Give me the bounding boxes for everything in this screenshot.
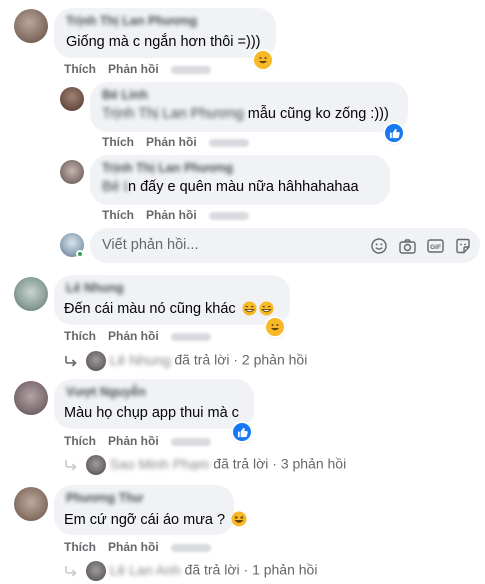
avatar[interactable] (60, 160, 84, 184)
comment-actions: Thích Phản hồi (64, 329, 223, 343)
avatar[interactable] (14, 9, 48, 43)
mention-link[interactable]: Trịnh Thị Lan Phương (102, 106, 244, 122)
avatar[interactable] (60, 87, 84, 111)
like-link[interactable]: Thích (102, 208, 134, 222)
comment-actions: Thích Phản hồi (64, 62, 223, 76)
emoji-icon[interactable] (370, 237, 388, 255)
comment-actions: Thích Phản hồi (64, 434, 223, 448)
like-link[interactable]: Thích (64, 540, 96, 554)
laugh-reaction-icon[interactable] (266, 318, 284, 336)
commenter-name[interactable]: Bé Linh (102, 88, 148, 102)
avatar[interactable] (14, 487, 48, 521)
comment-text: Trịnh Thị Lan Phương mẫu cũng ko zống :)… (102, 106, 389, 122)
camera-icon[interactable] (398, 237, 416, 255)
reply-link[interactable]: Phản hồi (108, 434, 159, 448)
reply-link[interactable]: Phản hồi (108, 62, 159, 76)
view-replies-link[interactable]: Lê Lan Anh đã trả lời · 1 phản hồi (64, 561, 317, 581)
view-replies-link[interactable]: Sao Minh Phạm đã trả lời · 3 phản hồi (64, 455, 346, 475)
comment-text: Em cứ ngỡ cái áo mưa ? (64, 511, 247, 528)
reply-arrow-icon (65, 356, 77, 367)
comment-text: Màu họ chụp app thui mà c (64, 405, 239, 421)
online-status-dot (76, 250, 84, 258)
like-reaction-icon[interactable] (233, 423, 251, 441)
reply-arrow-icon (65, 460, 77, 471)
reply-arrow-icon (65, 566, 77, 577)
replier-name: Lê Nhung (109, 351, 171, 368)
svg-text:GIF: GIF (430, 244, 441, 251)
comment-text: Giống mà c ngắn hơn thôi =))) (66, 34, 261, 50)
view-replies-link[interactable]: Lê Nhung đã trả lời · 2 phản hồi (64, 351, 307, 371)
reply-input-placeholder: Viết phản hồi... (102, 237, 199, 253)
like-link[interactable]: Thích (64, 62, 96, 76)
laughing-emoji-icon (231, 511, 247, 527)
comment-actions: Thích Phản hồi (102, 208, 261, 222)
reply-link[interactable]: Phản hồi (108, 329, 159, 343)
comment-bubble: Trịnh Thị Lan Phương Giống mà c ngắn hơn… (54, 8, 276, 58)
replier-avatar (85, 561, 106, 581)
avatar[interactable] (14, 277, 48, 311)
sticker-icon[interactable] (454, 237, 472, 255)
comment-text: Bé Linhn đấy e quên màu nữa hâhhahahaa (102, 179, 359, 195)
timestamp[interactable] (208, 211, 249, 220)
comment-bubble: Bé Linh Trịnh Thị Lan Phương mẫu cũng ko… (90, 82, 408, 132)
commenter-name[interactable]: Vượt Nguyễn (66, 385, 146, 399)
gif-icon[interactable]: GIF (426, 237, 444, 255)
timestamp[interactable] (170, 543, 211, 552)
timestamp[interactable] (170, 437, 211, 446)
reply-link[interactable]: Phản hồi (146, 135, 197, 149)
grinning-emoji-icon (259, 301, 274, 316)
like-link[interactable]: Thích (64, 329, 96, 343)
comment-actions: Thích Phản hồi (64, 540, 223, 554)
replier-name: Sao Minh Phạm (109, 455, 210, 472)
timestamp[interactable] (208, 138, 249, 147)
comment-bubble: Lê Nhung Đến cái màu nó cũng khác (54, 275, 290, 325)
reply-input[interactable]: Viết phản hồi... GIF (90, 228, 480, 263)
comment-bubble: Vượt Nguyễn Màu họ chụp app thui mà c (54, 379, 254, 429)
replier-avatar (85, 351, 106, 371)
comment-bubble: Trịnh Thị Lan Phương Bé Linhn đấy e quên… (90, 155, 390, 205)
commenter-name[interactable]: Trịnh Thị Lan Phương (102, 161, 233, 175)
comment-bubble: Phương Thư Em cứ ngỡ cái áo mưa ? (54, 485, 247, 535)
replies-count: đã trả lời · 2 phản hồi (170, 351, 308, 368)
like-reaction-icon[interactable] (385, 124, 403, 142)
replier-name: Lê Lan Anh (109, 561, 181, 578)
commenter-name[interactable]: Lê Nhung (66, 281, 124, 295)
comment-actions: Thích Phản hồi (102, 135, 261, 149)
reply-link[interactable]: Phản hồi (146, 208, 197, 222)
replier-avatar (85, 455, 106, 475)
timestamp[interactable] (170, 65, 211, 74)
comment-text: Đến cái màu nó cũng khác (64, 301, 274, 317)
avatar[interactable] (14, 381, 48, 415)
commenter-name[interactable]: Phương Thư (66, 491, 143, 505)
timestamp[interactable] (170, 332, 211, 341)
like-link[interactable]: Thích (102, 135, 134, 149)
replies-count: đã trả lời · 1 phản hồi (180, 561, 318, 578)
mention-link[interactable]: Bé Linh (102, 179, 128, 195)
replies-count: đã trả lời · 3 phản hồi (209, 455, 347, 472)
laugh-reaction-icon[interactable] (254, 51, 272, 69)
like-link[interactable]: Thích (64, 434, 96, 448)
grinning-emoji-icon (242, 301, 257, 316)
reply-link[interactable]: Phản hồi (108, 540, 159, 554)
commenter-name[interactable]: Trịnh Thị Lan Phương (66, 14, 197, 28)
